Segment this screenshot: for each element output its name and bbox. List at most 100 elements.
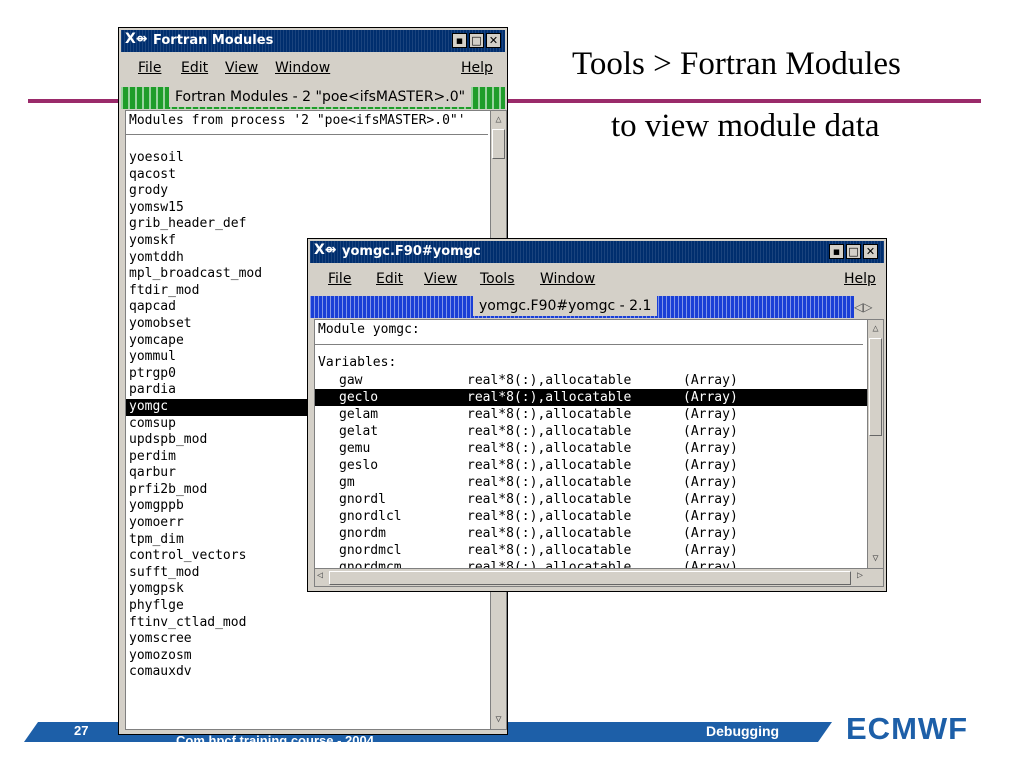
variable-row[interactable]: geslo real*8(:),allocatable (Array) bbox=[315, 457, 867, 474]
menu-edit[interactable]: Edit bbox=[376, 271, 403, 287]
module-list-item[interactable]: grib_header_def bbox=[126, 216, 506, 233]
variable-row[interactable]: gm real*8(:),allocatable (Array) bbox=[315, 474, 867, 491]
variables-vertical-scrollbar[interactable]: △ ▽ bbox=[867, 320, 883, 568]
menu-help[interactable]: Help bbox=[844, 271, 876, 287]
status-arrows: ◁▷ bbox=[854, 297, 882, 317]
variable-row[interactable]: gnordmcl real*8(:),allocatable (Array) bbox=[315, 542, 867, 559]
scroll-thumb[interactable] bbox=[492, 129, 505, 159]
variable-row[interactable]: gemu real*8(:),allocatable (Array) bbox=[315, 440, 867, 457]
menu-view[interactable]: View bbox=[424, 271, 457, 287]
variable-name: gnordlcl bbox=[339, 509, 402, 524]
fortran-modules-titlebar[interactable]: X⇴ Fortran Modules ▪ □ ✕ bbox=[121, 30, 505, 52]
status-bar: Fortran Modules - 2 "poe<ifsMASTER>.0" bbox=[121, 87, 505, 109]
variable-row[interactable]: gaw real*8(:),allocatable (Array) bbox=[315, 372, 867, 389]
minimize-icon[interactable]: ▪ bbox=[452, 33, 467, 48]
variable-kind: (Array) bbox=[683, 407, 738, 422]
scroll-up-icon[interactable]: △ bbox=[869, 322, 882, 336]
variable-kind: (Array) bbox=[683, 509, 738, 524]
menu-help[interactable]: Help bbox=[461, 60, 493, 76]
arrow-right-icon[interactable]: ▷ bbox=[863, 300, 872, 314]
variable-name: gnordm bbox=[339, 526, 386, 541]
x-logo-icon: X⇴ bbox=[314, 242, 337, 258]
module-list-item[interactable]: phyflge bbox=[126, 598, 506, 615]
scroll-up-icon[interactable]: △ bbox=[492, 113, 505, 127]
slide-title: Tools > Fortran Modules bbox=[572, 46, 901, 82]
x-logo-icon: X⇴ bbox=[125, 31, 148, 47]
module-list-item[interactable]: ftinv_ctlad_mod bbox=[126, 615, 506, 632]
status-label: yomgc.F90#yomgc - 2.1 bbox=[473, 296, 658, 316]
scroll-thumb[interactable] bbox=[869, 338, 882, 436]
variable-kind: (Array) bbox=[683, 441, 738, 456]
module-list-item[interactable]: comauxdv bbox=[126, 664, 506, 681]
variable-type: real*8(:),allocatable bbox=[467, 373, 632, 388]
scroll-down-icon[interactable]: ▽ bbox=[869, 552, 882, 566]
yomgc-window: X⇴ yomgc.F90#yomgc ▪ □ ✕ File Edit View … bbox=[307, 238, 887, 592]
variable-type: real*8(:),allocatable bbox=[467, 441, 632, 456]
variable-row[interactable]: geclo real*8(:),allocatable (Array) bbox=[315, 389, 867, 406]
menu-file[interactable]: File bbox=[328, 271, 351, 287]
variable-type: real*8(:),allocatable bbox=[467, 509, 632, 524]
variable-kind: (Array) bbox=[683, 424, 738, 439]
arrow-left-icon[interactable]: ◁ bbox=[854, 300, 863, 314]
module-list-item[interactable]: yoesoil bbox=[126, 150, 506, 167]
variable-type: real*8(:),allocatable bbox=[467, 407, 632, 422]
module-list-item[interactable]: yomscree bbox=[126, 631, 506, 648]
variable-row[interactable]: gnordlcl real*8(:),allocatable (Array) bbox=[315, 508, 867, 525]
fortran-modules-menubar: File Edit View Window Help bbox=[121, 53, 505, 83]
window-title: Fortran Modules bbox=[153, 33, 274, 48]
scroll-down-icon[interactable]: ▽ bbox=[492, 713, 505, 727]
window-title: yomgc.F90#yomgc bbox=[342, 244, 481, 259]
course-label: Com hpcf training course - 2004 bbox=[176, 733, 374, 748]
menu-tools[interactable]: Tools bbox=[480, 271, 515, 287]
header-separator bbox=[126, 134, 488, 135]
variable-type: real*8(:),allocatable bbox=[467, 390, 632, 405]
module-list-item[interactable]: yomozosm bbox=[126, 648, 506, 665]
variables-horizontal-scrollbar[interactable]: ◁ ▷ bbox=[315, 568, 883, 586]
minimize-icon[interactable]: ▪ bbox=[829, 244, 844, 259]
variable-type: real*8(:),allocatable bbox=[467, 526, 632, 541]
yomgc-titlebar[interactable]: X⇴ yomgc.F90#yomgc ▪ □ ✕ bbox=[310, 241, 884, 263]
variable-type: real*8(:),allocatable bbox=[467, 543, 632, 558]
slide-subtitle: to view module data bbox=[611, 108, 880, 144]
close-icon[interactable]: ✕ bbox=[863, 244, 878, 259]
variable-kind: (Array) bbox=[683, 526, 738, 541]
module-line: Module yomgc: bbox=[318, 322, 420, 337]
scroll-left-icon[interactable]: ◁ bbox=[317, 570, 323, 581]
menu-view[interactable]: View bbox=[225, 60, 258, 76]
process-header: Modules from process '2 "poe<ifsMASTER>.… bbox=[129, 113, 466, 128]
module-detail-panel: Module yomgc: Variables: gaw real*8(:),al… bbox=[314, 319, 884, 587]
variable-row[interactable]: gnordl real*8(:),allocatable (Array) bbox=[315, 491, 867, 508]
scroll-right-icon[interactable]: ▷ bbox=[857, 570, 863, 581]
menu-window[interactable]: Window bbox=[540, 271, 595, 287]
maximize-icon[interactable]: □ bbox=[469, 33, 484, 48]
module-list-item[interactable]: yomsw15 bbox=[126, 200, 506, 217]
maximize-icon[interactable]: □ bbox=[846, 244, 861, 259]
variable-name: gaw bbox=[339, 373, 363, 388]
variable-kind: (Array) bbox=[683, 458, 738, 473]
menu-window[interactable]: Window bbox=[275, 60, 330, 76]
close-icon[interactable]: ✕ bbox=[486, 33, 501, 48]
variable-name: geclo bbox=[339, 390, 379, 405]
module-list-item[interactable]: grody bbox=[126, 183, 506, 200]
section-label: Debugging bbox=[706, 723, 780, 739]
variable-row[interactable]: gnordm real*8(:),allocatable (Array) bbox=[315, 525, 867, 542]
variable-name: gnordmcl bbox=[339, 543, 402, 558]
page-number: 27 bbox=[74, 723, 89, 738]
variable-row[interactable]: gelam real*8(:),allocatable (Array) bbox=[315, 406, 867, 423]
variable-name: gnordl bbox=[339, 492, 386, 507]
variable-row[interactable]: gelat real*8(:),allocatable (Array) bbox=[315, 423, 867, 440]
variable-name: gelat bbox=[339, 424, 379, 439]
variable-name: gemu bbox=[339, 441, 371, 456]
menu-file[interactable]: File bbox=[138, 60, 161, 76]
module-list-item[interactable]: qacost bbox=[126, 167, 506, 184]
variable-kind: (Array) bbox=[683, 543, 738, 558]
horizontal-scroll-thumb[interactable] bbox=[329, 571, 851, 585]
variable-kind: (Array) bbox=[683, 390, 738, 405]
variable-kind: (Array) bbox=[683, 475, 738, 490]
variables-header: Variables: bbox=[318, 355, 397, 370]
variable-kind: (Array) bbox=[683, 492, 738, 507]
menu-edit[interactable]: Edit bbox=[181, 60, 208, 76]
module-separator bbox=[315, 344, 863, 345]
variable-name: gm bbox=[339, 475, 355, 490]
variable-kind: (Array) bbox=[683, 373, 738, 388]
